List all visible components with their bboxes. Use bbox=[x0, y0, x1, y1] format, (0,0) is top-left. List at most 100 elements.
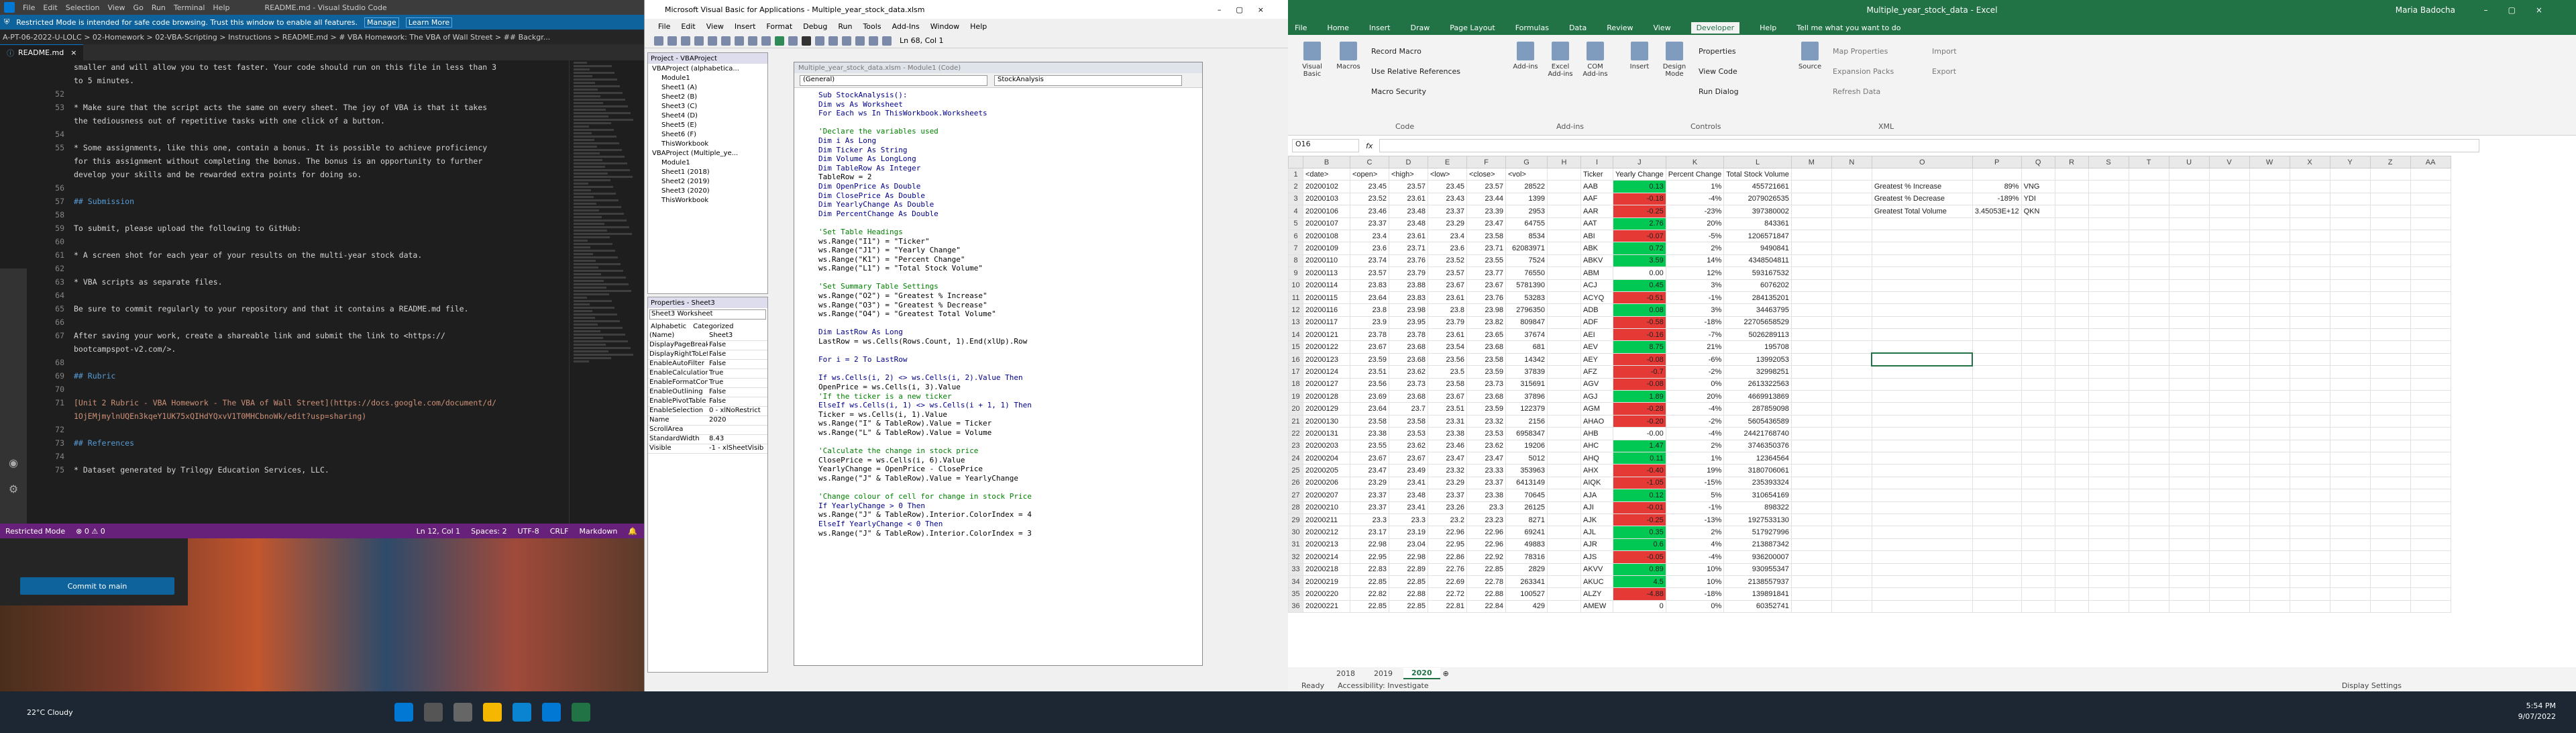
cell[interactable] bbox=[1791, 526, 1831, 538]
vba-menu-format[interactable]: Format bbox=[766, 22, 792, 31]
cell[interactable] bbox=[2290, 366, 2330, 378]
cell[interactable] bbox=[1791, 193, 1831, 205]
column-header[interactable]: S bbox=[2088, 156, 2129, 168]
cell[interactable]: 23.38 bbox=[1428, 428, 1467, 440]
cell[interactable] bbox=[1872, 391, 1972, 403]
cell[interactable] bbox=[1831, 452, 1872, 464]
cell[interactable]: 23.78 bbox=[1389, 329, 1428, 341]
cell[interactable] bbox=[2129, 193, 2169, 205]
cell[interactable] bbox=[1548, 477, 1581, 489]
cell[interactable] bbox=[1548, 378, 1581, 390]
cell[interactable] bbox=[2021, 378, 2055, 390]
cell[interactable] bbox=[2290, 353, 2330, 365]
cell[interactable] bbox=[2249, 267, 2290, 279]
property-value[interactable]: 8.43 bbox=[708, 435, 767, 444]
column-header[interactable]: G bbox=[1506, 156, 1548, 168]
vba-menu-addins[interactable]: Add-Ins bbox=[892, 22, 920, 31]
cell[interactable]: 20200203 bbox=[1303, 440, 1350, 452]
cell[interactable]: ADB bbox=[1581, 304, 1613, 316]
cell[interactable] bbox=[2330, 242, 2370, 254]
cell[interactable] bbox=[2249, 391, 2290, 403]
cell[interactable] bbox=[2209, 230, 2249, 242]
cell[interactable] bbox=[1872, 329, 1972, 341]
cell[interactable] bbox=[1791, 353, 1831, 365]
cell[interactable]: 22.95 bbox=[1428, 538, 1467, 550]
problems-status[interactable]: ⊗ 0 ⚠ 0 bbox=[76, 527, 105, 536]
cell[interactable] bbox=[2088, 514, 2129, 526]
user-name[interactable]: Maria Badocha bbox=[2396, 5, 2455, 15]
cell[interactable] bbox=[1831, 391, 1872, 403]
code-line[interactable]: ws.Range("I1") = "Ticker" bbox=[794, 237, 1202, 246]
cut-icon[interactable] bbox=[694, 36, 704, 46]
account-icon[interactable]: ◉ bbox=[0, 456, 27, 469]
row-header[interactable]: 10 bbox=[1289, 279, 1303, 291]
cell[interactable] bbox=[1831, 341, 1872, 353]
cell[interactable] bbox=[1791, 341, 1831, 353]
cell[interactable] bbox=[2290, 551, 2330, 563]
cell[interactable] bbox=[2290, 329, 2330, 341]
code-line[interactable]: ws.Range("J" & TableRow).Interior.ColorI… bbox=[794, 510, 1202, 520]
editor-line[interactable]: 74 bbox=[0, 450, 577, 463]
cell[interactable]: 23.31 bbox=[1428, 415, 1467, 427]
cell[interactable] bbox=[1791, 316, 1831, 328]
cell[interactable]: 0.11 bbox=[1613, 452, 1666, 464]
project-tree-item[interactable]: Sheet5 (E) bbox=[652, 121, 767, 131]
cell[interactable]: 23.56 bbox=[1428, 353, 1467, 365]
cell[interactable]: 23.26 bbox=[1428, 501, 1467, 514]
redo-icon[interactable] bbox=[761, 36, 771, 46]
cell[interactable] bbox=[2209, 600, 2249, 612]
menu-go[interactable]: Go bbox=[133, 3, 144, 12]
cell[interactable]: 13992053 bbox=[1724, 353, 1792, 365]
cell[interactable] bbox=[2088, 575, 2129, 587]
cell[interactable] bbox=[1831, 181, 1872, 193]
code-line[interactable]: 'Set Summary Table Settings bbox=[794, 282, 1202, 291]
code-line[interactable]: Dim ClosePrice As Double bbox=[794, 191, 1202, 201]
cell[interactable] bbox=[1548, 279, 1581, 291]
cell[interactable]: 20200210 bbox=[1303, 501, 1350, 514]
cell[interactable] bbox=[2209, 391, 2249, 403]
row-header[interactable]: 15 bbox=[1289, 341, 1303, 353]
vba-menu-help[interactable]: Help bbox=[970, 22, 987, 31]
cell[interactable] bbox=[1872, 291, 1972, 303]
cell[interactable]: 843361 bbox=[1724, 217, 1792, 230]
cell[interactable]: 3% bbox=[1666, 279, 1724, 291]
cell[interactable] bbox=[2169, 600, 2209, 612]
start-icon[interactable] bbox=[394, 703, 413, 722]
cell[interactable] bbox=[2249, 489, 2290, 501]
cell[interactable] bbox=[1548, 551, 1581, 563]
cell[interactable] bbox=[2169, 242, 2209, 254]
cell[interactable]: 3180706061 bbox=[1724, 465, 1792, 477]
relative-references-button[interactable]: Use Relative References bbox=[1371, 62, 1460, 82]
cell[interactable] bbox=[2088, 366, 2129, 378]
vba-menu-view[interactable]: View bbox=[706, 22, 724, 31]
cell[interactable]: 23.67 bbox=[1428, 279, 1467, 291]
cell[interactable] bbox=[2249, 514, 2290, 526]
cell[interactable]: 20200108 bbox=[1303, 230, 1350, 242]
cell[interactable]: 23.69 bbox=[1350, 391, 1389, 403]
cell[interactable]: 20200114 bbox=[1303, 279, 1350, 291]
cell[interactable] bbox=[2129, 205, 2169, 217]
cell[interactable] bbox=[2209, 242, 2249, 254]
cell[interactable] bbox=[2410, 329, 2451, 341]
cell[interactable] bbox=[2370, 575, 2410, 587]
cell[interactable]: 20200128 bbox=[1303, 391, 1350, 403]
macros-button[interactable]: Macros bbox=[1332, 42, 1364, 70]
editor-line[interactable]: for this assignment without completing t… bbox=[0, 154, 577, 168]
help-icon[interactable] bbox=[882, 36, 892, 46]
cell[interactable] bbox=[2088, 600, 2129, 612]
cell[interactable] bbox=[2330, 588, 2370, 600]
cell[interactable] bbox=[2410, 168, 2451, 181]
cell[interactable] bbox=[1548, 341, 1581, 353]
cell[interactable]: 23.47 bbox=[1467, 217, 1506, 230]
cell[interactable] bbox=[2370, 551, 2410, 563]
cell[interactable] bbox=[2330, 600, 2370, 612]
cell[interactable] bbox=[2055, 538, 2088, 550]
cell[interactable] bbox=[1548, 428, 1581, 440]
row-header[interactable]: 16 bbox=[1289, 353, 1303, 365]
header-cell[interactable]: Yearly Change bbox=[1613, 168, 1666, 181]
cell[interactable]: 22.85 bbox=[1350, 575, 1389, 587]
cell[interactable] bbox=[1548, 415, 1581, 427]
cell[interactable] bbox=[2055, 291, 2088, 303]
cell[interactable]: 60352741 bbox=[1724, 600, 1792, 612]
cell[interactable] bbox=[1791, 465, 1831, 477]
